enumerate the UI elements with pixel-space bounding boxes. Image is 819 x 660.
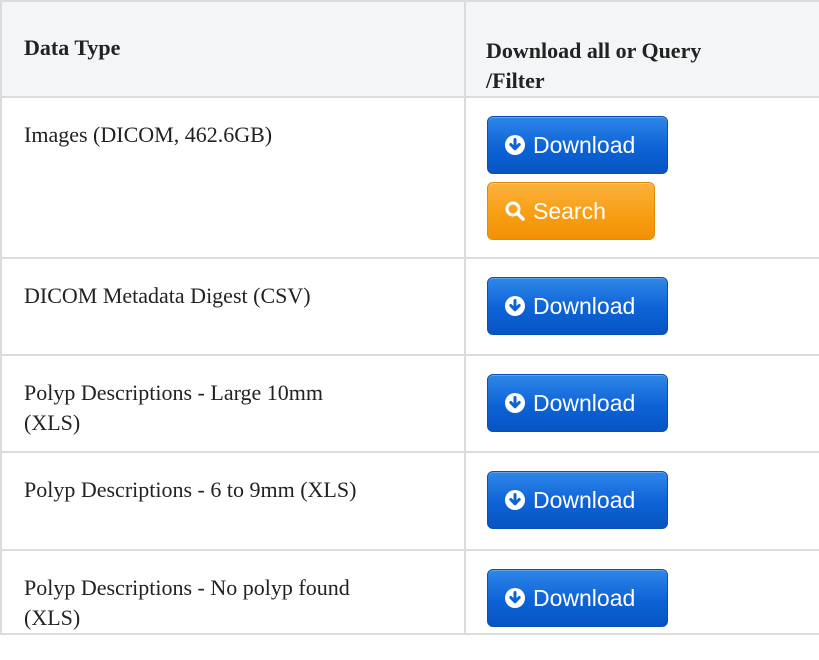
download-button[interactable]: Download — [487, 569, 668, 627]
download-button-label: Download — [533, 292, 636, 319]
table-row: DICOM Metadata Digest (CSV) Download — [0, 257, 819, 356]
download-button-label: Download — [533, 584, 636, 611]
column-header-label: Download all or Query /Filter — [466, 2, 819, 96]
table-row: Images (DICOM, 462.6GB) Download Search — [0, 96, 819, 259]
data-type-label: Images (DICOM, 462.6GB) — [24, 122, 273, 147]
arrow-circle-down-icon — [504, 392, 526, 414]
data-type-label: DICOM Metadata Digest (CSV) — [24, 283, 311, 308]
download-button-label: Download — [533, 389, 636, 416]
search-button-label: Search — [533, 197, 606, 224]
column-header-label-line1: Download all or Query — [486, 38, 702, 63]
download-button-label: Download — [533, 131, 636, 158]
download-button[interactable]: Download — [487, 116, 668, 174]
page: Data Type Download all or Query /Filter … — [0, 0, 819, 660]
column-header-download: Download all or Query /Filter — [464, 0, 819, 98]
arrow-circle-down-icon — [504, 587, 526, 609]
actions-cell: Download — [464, 549, 819, 635]
table-header-row: Data Type Download all or Query /Filter — [0, 0, 819, 98]
data-type-label-line2: (XLS) — [24, 410, 81, 435]
data-type-label-line1: Polyp Descriptions - No polyp found — [24, 575, 350, 600]
data-type-cell: Polyp Descriptions - Large 10mm (XLS) — [0, 354, 466, 453]
column-header-data-type: Data Type — [0, 0, 466, 98]
data-type-cell: Polyp Descriptions - No polyp found (XLS… — [0, 549, 466, 635]
actions-cell: Download — [464, 257, 819, 356]
data-type-label: Polyp Descriptions - No polyp found (XLS… — [2, 551, 464, 633]
data-type-cell: DICOM Metadata Digest (CSV) — [0, 257, 466, 356]
download-button[interactable]: Download — [487, 374, 668, 432]
data-type-cell: Images (DICOM, 462.6GB) — [0, 96, 466, 259]
search-button[interactable]: Search — [487, 182, 655, 240]
actions-cell: Download Search — [464, 96, 819, 259]
table-row: Polyp Descriptions - Large 10mm (XLS) Do… — [0, 354, 819, 453]
data-type-label: Polyp Descriptions - 6 to 9mm (XLS) — [24, 477, 357, 502]
data-type-label-line2: (XLS) — [24, 605, 81, 630]
arrow-circle-down-icon — [504, 489, 526, 511]
arrow-circle-down-icon — [504, 295, 526, 317]
column-header-label: Data Type — [24, 35, 121, 60]
download-table: Data Type Download all or Query /Filter … — [0, 0, 819, 635]
magnifier-icon — [504, 200, 526, 222]
data-type-label: Polyp Descriptions - Large 10mm (XLS) — [2, 356, 464, 438]
download-button-label: Download — [533, 486, 636, 513]
download-button[interactable]: Download — [487, 471, 668, 529]
actions-cell: Download — [464, 451, 819, 551]
actions-cell: Download — [464, 354, 819, 453]
data-type-cell: Polyp Descriptions - 6 to 9mm (XLS) — [0, 451, 466, 551]
download-button[interactable]: Download — [487, 277, 668, 335]
data-type-label-line1: Polyp Descriptions - Large 10mm — [24, 380, 323, 405]
arrow-circle-down-icon — [504, 134, 526, 156]
table-row: Polyp Descriptions - No polyp found (XLS… — [0, 549, 819, 635]
table-row: Polyp Descriptions - 6 to 9mm (XLS) Down… — [0, 451, 819, 551]
column-header-label-line2: /Filter — [486, 68, 545, 93]
